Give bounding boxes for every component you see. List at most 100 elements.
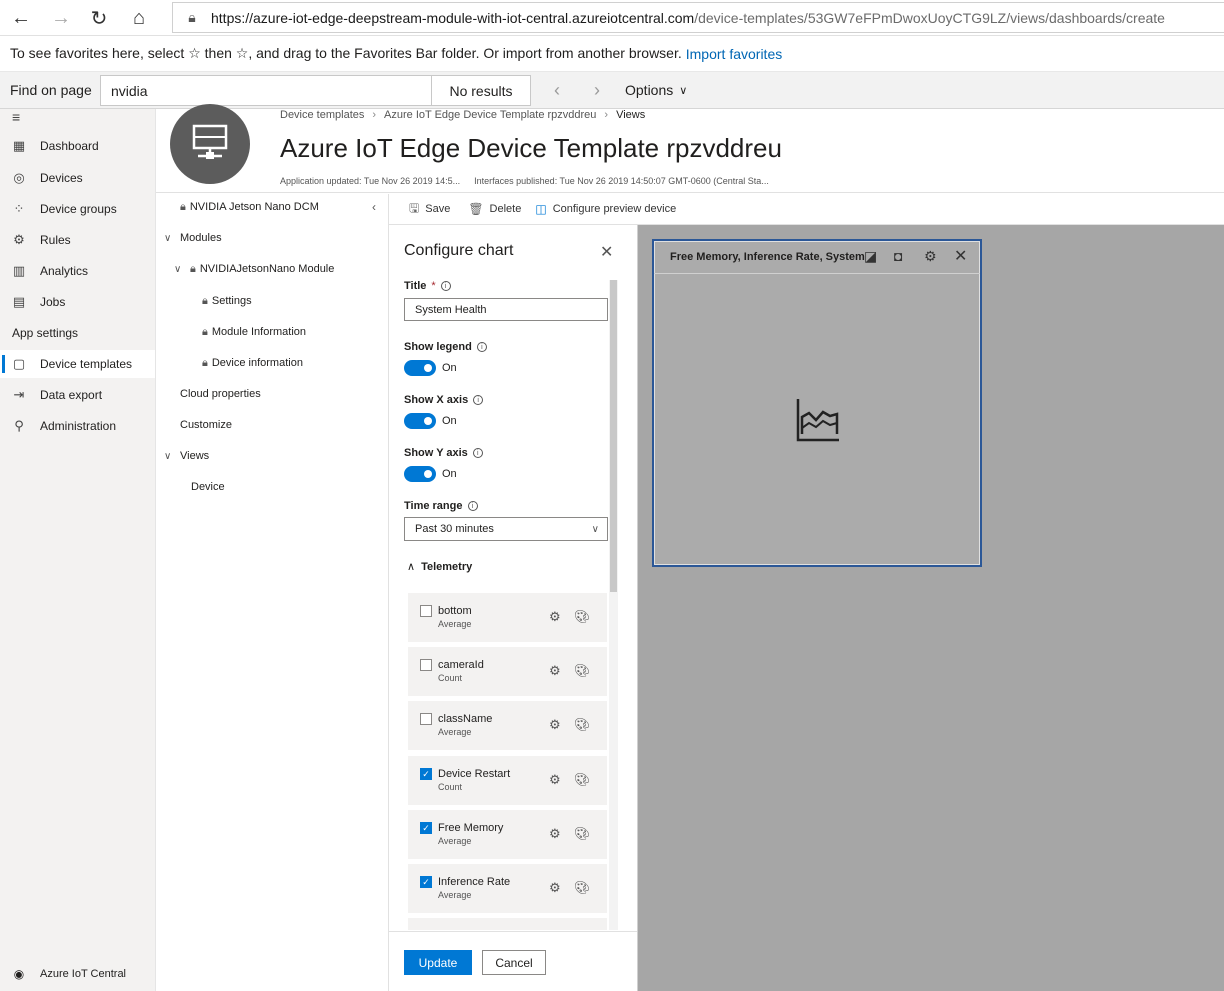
chevron-down-icon: ∨ <box>679 84 688 97</box>
nav-item-data-export[interactable]: ⇥ Data export <box>0 381 155 409</box>
info-icon[interactable]: i <box>472 448 483 458</box>
toggle-switch[interactable] <box>404 413 436 429</box>
show-legend-toggle[interactable]: On <box>404 360 457 376</box>
toggle-switch[interactable] <box>404 360 436 376</box>
import-favorites-link[interactable]: Import favorites <box>686 46 782 62</box>
telemetry-item-cameraid: cameraId Count ⚙ 🎨︎ <box>408 647 607 696</box>
nav-item-device-templates[interactable]: ▢ Device templates <box>0 350 155 378</box>
back-icon[interactable]: ← <box>6 4 36 32</box>
tree-item-device[interactable]: Device <box>191 477 225 497</box>
find-next-icon[interactable]: › <box>585 78 609 102</box>
tree-item-modules[interactable]: ∨ Modules <box>164 228 222 248</box>
configure-label: Configure preview device <box>552 203 677 215</box>
close-icon[interactable]: ✕ <box>600 242 613 262</box>
tree-item-views[interactable]: ∨ Views <box>164 446 209 466</box>
gear-icon[interactable]: ⚙ <box>549 880 561 896</box>
nav-item-azure-iot-central[interactable]: ◉ Azure IoT Central <box>0 962 155 986</box>
palette-icon[interactable]: 🎨︎ <box>574 880 591 896</box>
telemetry-checkbox-checked[interactable]: ✓ <box>420 822 432 834</box>
hamburger-icon[interactable]: ≡ <box>12 109 20 125</box>
nav-item-analytics[interactable]: ▥ Analytics <box>0 257 155 285</box>
nav-item-jobs[interactable]: ▤ Jobs <box>0 288 155 316</box>
telemetry-checkbox-checked[interactable]: ✓ <box>420 768 432 780</box>
save-button[interactable]: 🖫 Save <box>409 199 450 220</box>
tree-item-module[interactable]: ∨ 🔒︎ NVIDIAJetsonNano Module <box>174 259 334 279</box>
address-bar[interactable]: 🔒︎ https://azure-iot-edge-deepstream-mod… <box>172 2 1224 33</box>
find-previous-icon[interactable]: ‹ <box>545 78 569 102</box>
toggle-switch[interactable] <box>404 466 436 482</box>
gear-icon[interactable]: ⚙ <box>549 772 561 788</box>
palette-icon[interactable]: 🎨︎ <box>574 663 591 679</box>
close-icon[interactable]: ✕ <box>954 246 967 266</box>
telemetry-section-toggle[interactable]: ∧ Telemetry <box>407 560 472 574</box>
tree-label: Cloud properties <box>180 388 261 400</box>
tree-label: Device <box>191 481 225 493</box>
tree-label: NVIDIAJetsonNano Module <box>199 263 335 275</box>
find-options-button[interactable]: Options ∨ <box>625 82 687 98</box>
breadcrumb-device-templates[interactable]: Device templates <box>280 109 364 121</box>
palette-icon[interactable]: 🎨︎ <box>574 717 591 733</box>
iot-central-icon: ◉ <box>13 967 25 981</box>
info-icon[interactable]: i <box>476 342 487 352</box>
configure-preview-device-button[interactable]: ◫ Configure preview device <box>535 202 676 216</box>
gear-icon[interactable]: ⚙ <box>549 717 561 733</box>
telemetry-checkbox[interactable] <box>420 713 432 725</box>
breadcrumb-views: Views <box>616 109 646 121</box>
nav-label: Dashboard <box>40 139 99 153</box>
gear-icon[interactable]: ⚙ <box>549 826 561 842</box>
breadcrumb-template[interactable]: Azure IoT Edge Device Template rpzvddreu <box>384 109 596 121</box>
refresh-icon[interactable]: ↻ <box>84 4 114 32</box>
lock-icon: 🔒︎ <box>188 9 196 25</box>
forward-icon[interactable]: → <box>46 4 76 32</box>
tree-item-settings[interactable]: 🔒︎ Settings <box>202 291 252 311</box>
show-legend-label: Show legend i <box>404 341 487 353</box>
tree-item-cloud-properties[interactable]: Cloud properties <box>180 384 261 404</box>
gear-icon[interactable]: ⚙ <box>549 663 561 679</box>
telemetry-aggregation: Average <box>438 890 472 900</box>
title-input[interactable]: System Health <box>404 298 608 321</box>
gear-icon[interactable]: ⚙ <box>549 609 561 625</box>
tree-item-customize[interactable]: Customize <box>180 415 232 435</box>
palette-icon[interactable]: 🎨︎ <box>574 826 591 842</box>
telemetry-checkbox[interactable] <box>420 659 432 671</box>
update-button[interactable]: Update <box>404 950 472 975</box>
app-updated: Application updated: Tue Nov 26 2019 14:… <box>280 176 461 186</box>
info-icon[interactable]: i <box>473 395 484 405</box>
show-y-axis-toggle[interactable]: On <box>404 466 457 482</box>
tree-item-device-information[interactable]: 🔒︎ Device information <box>202 353 303 373</box>
telemetry-name: Device Restart <box>438 768 511 780</box>
lock-icon: 🔒︎ <box>202 356 208 369</box>
nav-item-device-groups[interactable]: ⁘ Device groups <box>0 195 155 223</box>
cancel-button[interactable]: Cancel <box>482 950 546 975</box>
info-icon[interactable]: i <box>467 501 478 511</box>
panel-scrollbar[interactable] <box>609 280 618 930</box>
telemetry-checkbox[interactable] <box>420 605 432 617</box>
nav-label: Azure IoT Central <box>40 968 127 980</box>
nav-item-devices[interactable]: ◎ Devices <box>0 164 155 192</box>
nav-item-rules[interactable]: ⚙ Rules <box>0 226 155 254</box>
find-input[interactable]: nvidia <box>100 75 432 106</box>
delete-button[interactable]: 🗑︎ Delete <box>468 202 521 216</box>
info-icon[interactable]: i <box>440 281 451 291</box>
tile-size-icon[interactable]: ◘ <box>894 248 902 264</box>
palette-icon[interactable]: 🎨︎ <box>574 772 591 788</box>
telemetry-checkbox-checked[interactable]: ✓ <box>420 876 432 888</box>
tree-item-root[interactable]: 🔒︎ NVIDIA Jetson Nano DCM <box>180 197 319 217</box>
lock-icon: 🔒︎ <box>202 325 208 338</box>
show-x-axis-toggle[interactable]: On <box>404 413 457 429</box>
time-range-select[interactable]: Past 30 minutes ∨ <box>404 517 608 541</box>
home-icon[interactable]: ⌂ <box>124 4 154 32</box>
palette-icon[interactable]: 🎨︎ <box>574 609 591 625</box>
tree-item-module-information[interactable]: 🔒︎ Module Information <box>202 322 306 342</box>
nav-item-administration[interactable]: ⚲ Administration <box>0 412 155 440</box>
scrollbar-thumb[interactable] <box>610 280 617 592</box>
telemetry-item-classname: className Average ⚙ 🎨︎ <box>408 701 607 750</box>
telemetry-aggregation: Average <box>438 727 472 737</box>
nav-item-dashboard[interactable]: ▦ Dashboard <box>0 132 155 160</box>
chart-tile[interactable]: Free Memory, Inference Rate, System ◪ ◘ … <box>652 239 982 567</box>
gear-icon[interactable]: ⚙ <box>924 248 937 265</box>
collapse-tree-icon[interactable]: ‹ <box>372 200 376 214</box>
find-results: No results <box>432 75 531 106</box>
tree-label: Device information <box>211 357 303 369</box>
chart-type-icon[interactable]: ◪ <box>864 248 877 265</box>
